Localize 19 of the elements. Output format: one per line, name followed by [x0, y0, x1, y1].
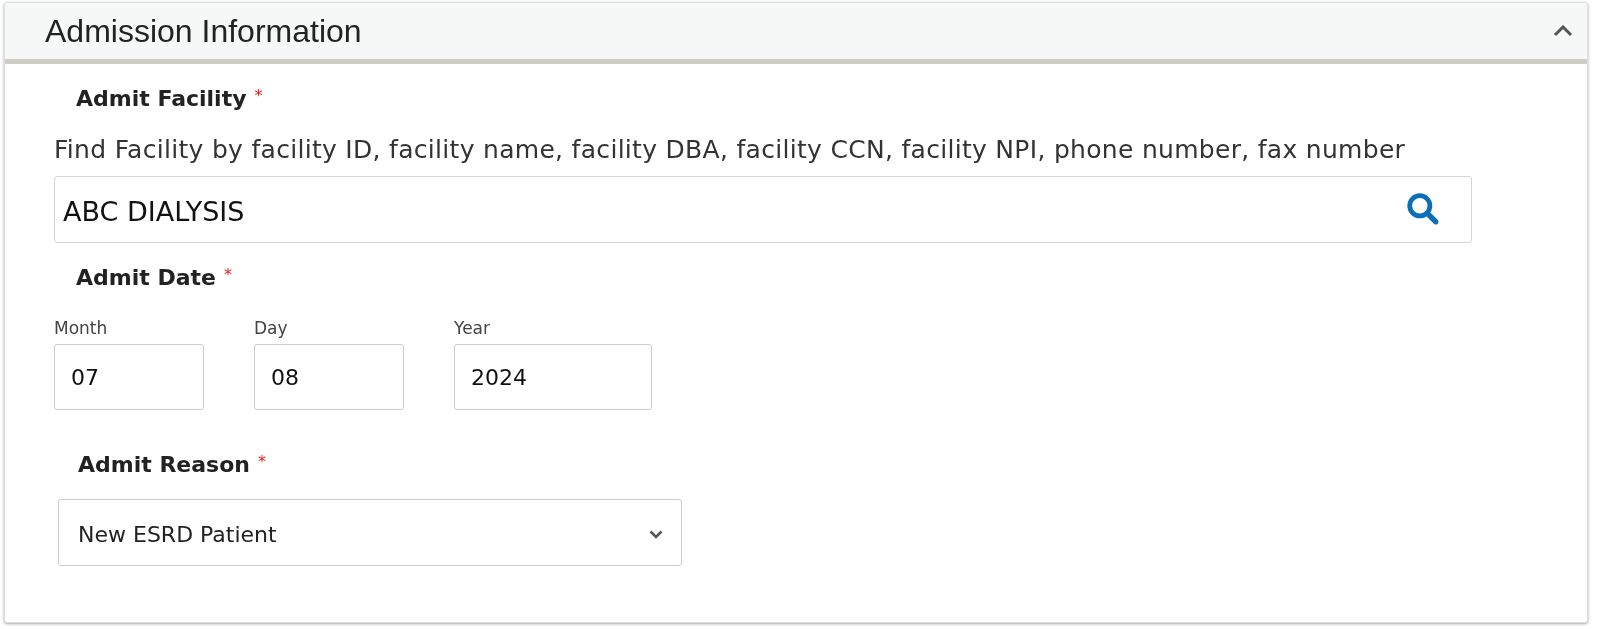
field-label: Admit Date: [76, 265, 216, 290]
date-input[interactable]: 07: [54, 344, 204, 410]
search-icon[interactable]: [1406, 192, 1440, 226]
chevron-up-icon[interactable]: [1553, 25, 1573, 37]
required-mark: *: [258, 452, 266, 471]
field-label: Admit Facility: [76, 86, 247, 111]
field-label: Admit Reason: [78, 452, 250, 477]
reason-dropdown[interactable]: New ESRD Patient: [58, 499, 682, 566]
panel-title: Admission Information: [45, 12, 362, 50]
date-input[interactable]: 2024: [454, 344, 652, 410]
required-mark: *: [223, 265, 232, 284]
hint-text: Find Facility by facility ID, facility name, facility DBA, facility CCN, facility NPI, phone number, fax number: [54, 135, 1407, 164]
caret-icon: [649, 530, 663, 539]
date-part-label: Day: [254, 318, 289, 338]
required-mark: *: [254, 86, 263, 105]
date-part-label: Month: [54, 318, 109, 338]
date-part-label: Year: [454, 318, 491, 338]
search-field[interactable]: ABC DIALYSIS: [54, 176, 1472, 243]
date-input[interactable]: 08: [254, 344, 404, 410]
